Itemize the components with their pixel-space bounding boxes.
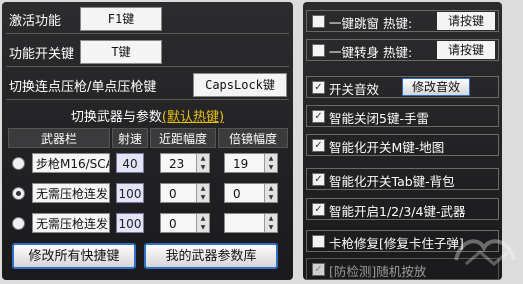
grenade-checkbox[interactable]: ✓ [312, 110, 325, 123]
weapon-name-1[interactable]: 步枪M16/SCA [32, 153, 110, 173]
sound-label: 开关音效 [329, 82, 380, 97]
fire-mode-label: 切换连点压枪/单点压枪键 [9, 80, 157, 95]
watermark-icon [454, 239, 516, 266]
map-checkbox[interactable]: ✓ [312, 139, 325, 152]
scope-spinner-2[interactable]: 0 ▲ ▼ [224, 183, 278, 203]
near-spinner-1[interactable]: 23 ▲ ▼ [160, 153, 210, 173]
speed-field-2[interactable]: 100 [116, 183, 144, 203]
toggle-label: 功能开关键 [9, 47, 75, 62]
jump-window-label: 一键跳窗 热键: [329, 16, 413, 31]
speed-field-3[interactable]: 100 [116, 213, 144, 233]
weapon-keys-label: 智能开启1/2/3/4键-武器 [329, 204, 466, 219]
divider [6, 33, 289, 34]
divider [6, 66, 289, 67]
activate-label: 激活功能 [9, 14, 62, 29]
weapon-name-2[interactable]: 无需压枪连发 [32, 183, 110, 203]
default-hotkey-link[interactable]: (默认热键) [162, 110, 224, 125]
weapon-library-button[interactable]: 我的武器参数库 [144, 243, 278, 269]
header-weapon: 武器栏 [8, 128, 110, 148]
speed-field-1[interactable]: 40 [116, 153, 144, 173]
near-spinner-3[interactable]: 0 ▲ ▼ [160, 213, 210, 233]
backpack-checkbox[interactable]: ✓ [312, 173, 325, 186]
near-spinner-2[interactable]: 0 ▲ ▼ [160, 183, 210, 203]
weapon-keys-row: ✓ 智能开启1/2/3/4键-武器 [306, 198, 499, 220]
sound-checkbox[interactable]: ✓ [312, 81, 325, 94]
modify-all-hotkeys-button[interactable]: 修改所有快捷键 [12, 243, 136, 269]
header-speed: 射速 [112, 128, 148, 148]
spin-arrows-icon[interactable]: ▲ ▼ [196, 214, 209, 232]
weapon-radio-2[interactable] [12, 187, 25, 200]
backpack-row: ✓ 智能化开关Tab键-背包 [306, 168, 499, 190]
scope-spinner-3[interactable]: ▲ ▼ [224, 213, 278, 233]
anti-detect-checkbox: ✓ [312, 263, 325, 276]
near-value-2: 0 [169, 187, 177, 201]
weapon-radio-3[interactable] [12, 217, 25, 230]
spin-arrows-icon[interactable]: ▲ ▼ [196, 154, 209, 172]
turn-around-checkbox[interactable] [312, 44, 325, 57]
turn-around-key-field[interactable]: 请按键 [437, 41, 495, 59]
near-value-3: 0 [169, 217, 177, 231]
watermark-logo [450, 230, 520, 280]
grenade-row: ✓ 智能关闭5键-手雷 [306, 105, 499, 127]
app-window: 激活功能 F1键 功能开关键 T键 切换连点压枪/单点压枪键 CapsLock键… [0, 0, 523, 284]
scope-value-1: 19 [233, 157, 249, 171]
jump-window-checkbox[interactable] [312, 15, 325, 28]
divider [6, 99, 289, 100]
modify-sound-button[interactable]: 修改音效 [402, 78, 470, 96]
weapon-name-3[interactable]: 无需压枪连发 [32, 213, 110, 233]
header-scope: 倍镜幅度 [218, 128, 288, 148]
weapon-keys-checkbox[interactable]: ✓ [312, 203, 325, 216]
jump-window-key-field[interactable]: 请按键 [437, 12, 495, 30]
weapon-section-title: 切换武器与参数(默认热键) [2, 106, 293, 125]
backpack-label: 智能化开关Tab键-背包 [329, 174, 455, 189]
toggle-key-field[interactable]: T键 [80, 40, 162, 64]
map-label: 智能化开关M键-地图 [329, 140, 445, 155]
spin-arrows-icon[interactable]: ▲ ▼ [264, 184, 277, 202]
left-panel: 激活功能 F1键 功能开关键 T键 切换连点压枪/单点压枪键 CapsLock键… [2, 2, 293, 280]
spin-arrows-icon[interactable]: ▲ ▼ [196, 184, 209, 202]
grenade-label: 智能关闭5键-手雷 [329, 111, 429, 126]
section-title-text: 切换武器与参数 [70, 110, 162, 125]
scope-value-2: 0 [233, 187, 241, 201]
map-row: ✓ 智能化开关M键-地图 [306, 134, 499, 156]
jam-fix-label: 卡枪修复[修复卡住子弹] [329, 236, 464, 251]
anti-detect-label: [防检测]随机按放 [329, 264, 427, 279]
weapon-radio-1[interactable] [12, 157, 25, 170]
jump-window-row: 一键跳窗 热键: 请按键 [306, 10, 499, 32]
activate-key-field[interactable]: F1键 [80, 7, 162, 31]
scope-spinner-1[interactable]: 19 ▲ ▼ [224, 153, 278, 173]
header-near: 近距幅度 [150, 128, 216, 148]
spin-arrows-icon[interactable]: ▲ ▼ [264, 214, 277, 232]
turn-around-row: 一键转身 热键: 请按键 [306, 39, 499, 61]
jam-fix-checkbox[interactable] [312, 235, 325, 248]
fire-mode-key-field[interactable]: CapsLock键 [193, 73, 287, 97]
turn-around-label: 一键转身 热键: [329, 45, 413, 60]
sound-row: ✓ 开关音效 修改音效 [306, 76, 499, 98]
spin-arrows-icon[interactable]: ▲ ▼ [264, 154, 277, 172]
near-value-1: 23 [169, 157, 185, 171]
